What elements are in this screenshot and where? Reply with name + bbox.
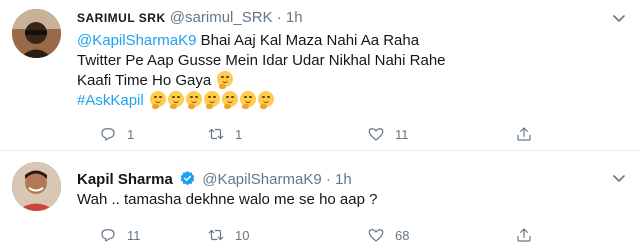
reply-icon xyxy=(101,128,115,141)
tweet-text-line: Kaafi Time Ho Gaya xyxy=(77,71,446,91)
face-with-hand-over-mouth-emoji xyxy=(221,91,238,109)
timestamp[interactable]: 1h xyxy=(335,171,352,188)
chevron-down-icon[interactable] xyxy=(609,168,629,188)
verified-badge-icon xyxy=(179,170,196,191)
face-with-hand-over-mouth-emoji xyxy=(203,91,220,109)
share-button[interactable] xyxy=(515,123,533,145)
like-button[interactable]: 11 xyxy=(367,123,409,145)
like-count: 11 xyxy=(395,126,409,142)
reply-button[interactable]: 11 xyxy=(99,224,141,246)
author-name[interactable]: SARIMUL SRK xyxy=(77,11,166,25)
hashtag-link[interactable]: #AskKapil xyxy=(77,92,144,109)
tweet-header: SARIMUL SRK @sarimul_SRK · 1h xyxy=(77,9,303,26)
face-with-hand-over-mouth-emoji xyxy=(217,71,234,89)
tweet[interactable]: SARIMUL SRK @sarimul_SRK · 1h @KapilShar… xyxy=(0,0,640,151)
retweet-icon xyxy=(208,229,224,241)
tweet-text: @KapilSharmaK9 Bhai Aaj Kal Maza Nahi Aa… xyxy=(77,31,446,111)
chevron-down-icon[interactable] xyxy=(609,8,629,28)
mention-link[interactable]: @KapilSharmaK9 xyxy=(77,32,196,49)
tweet-actions: 11 10 68 xyxy=(77,224,537,246)
author-handle[interactable]: @sarimul_SRK xyxy=(170,9,273,26)
tweet-text-line: @KapilSharmaK9 Bhai Aaj Kal Maza Nahi Aa… xyxy=(77,31,446,51)
face-with-hand-over-mouth-emoji xyxy=(185,91,202,109)
tweet-text: Wah .. tamasha dekhne walo me se ho aap … xyxy=(77,190,377,210)
reply-count: 1 xyxy=(127,126,135,142)
avatar[interactable] xyxy=(12,162,61,211)
author-handle[interactable]: @KapilSharmaK9 xyxy=(202,171,321,188)
tweet-text-segment: Kaafi Time Ho Gaya xyxy=(77,72,212,89)
like-icon xyxy=(368,128,384,141)
face-with-hand-over-mouth-emoji xyxy=(239,91,256,109)
retweet-count: 1 xyxy=(235,126,243,142)
face-with-hand-over-mouth-emoji xyxy=(257,91,274,109)
face-with-hand-over-mouth-emoji xyxy=(149,91,166,109)
reply-count: 11 xyxy=(127,227,141,243)
share-icon xyxy=(517,228,531,242)
avatar-image xyxy=(12,162,61,211)
like-count: 68 xyxy=(395,227,410,243)
retweet-count: 10 xyxy=(235,227,250,243)
tweet-text-line: Twitter Pe Aap Gusse Mein Idar Udar Nikh… xyxy=(77,52,446,69)
retweet-icon xyxy=(208,128,224,140)
retweet-button[interactable]: 1 xyxy=(207,123,242,145)
author-name[interactable]: Kapil Sharma xyxy=(77,171,173,188)
avatar[interactable] xyxy=(12,9,61,58)
emoji-run xyxy=(148,91,274,109)
tweet-text-segment: Bhai Aaj Kal Maza Nahi Aa Raha xyxy=(196,32,420,49)
reply-icon xyxy=(101,229,115,242)
like-icon xyxy=(368,229,384,242)
tweet-header: Kapil Sharma @KapilSharmaK9 · 1h xyxy=(77,170,352,191)
like-button[interactable]: 68 xyxy=(367,224,409,246)
retweet-button[interactable]: 10 xyxy=(207,224,249,246)
reply-button[interactable]: 1 xyxy=(99,123,134,145)
timestamp[interactable]: 1h xyxy=(286,9,303,26)
separator-dot: · xyxy=(276,9,282,26)
tweet-text-line: Wah .. tamasha dekhne walo me se ho aap … xyxy=(77,191,378,208)
share-button[interactable] xyxy=(515,224,533,246)
share-icon xyxy=(517,127,531,141)
tweet-text-line: #AskKapil xyxy=(77,91,446,111)
face-with-hand-over-mouth-emoji xyxy=(167,91,184,109)
separator-dot: · xyxy=(325,171,331,188)
avatar-image xyxy=(12,9,61,58)
tweet[interactable]: Kapil Sharma @KapilSharmaK9 · 1h Wah .. … xyxy=(0,152,640,252)
tweet-actions: 1 1 11 xyxy=(77,123,537,145)
